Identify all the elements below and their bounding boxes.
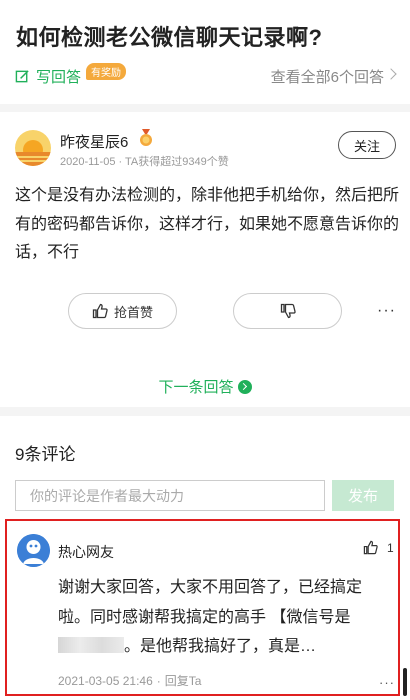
view-all-answers-link[interactable]: 查看全部6个回答 (271, 66, 384, 87)
author-name[interactable]: 昨夜星辰6 (60, 131, 128, 152)
like-button[interactable]: 抢首赞 (68, 293, 177, 329)
comments-count: 9条评论 (15, 445, 76, 464)
like-label: 抢首赞 (113, 304, 153, 320)
chevron-right-icon (385, 68, 397, 80)
question-title: 如何检测老公微信聊天记录啊? (16, 25, 323, 50)
arrow-right-circle-icon (237, 380, 252, 394)
write-answer-button[interactable]: 写回答 (15, 66, 81, 87)
follow-button[interactable]: 关注 (338, 131, 396, 159)
question-header: 如何检测老公微信聊天记录啊? 写回答 有奖励 查看全部6个回答 (0, 0, 410, 104)
comment-text-part1: 谢谢大家回答，大家不用回答了，已经搞定啦。同时感谢帮我搞定的高手 【微信号是 (58, 579, 363, 626)
dislike-button[interactable] (233, 293, 342, 329)
thumbs-up-icon (92, 303, 108, 319)
comment-input[interactable] (15, 480, 325, 511)
comment-text: 谢谢大家回答，大家不用回答了，已经搞定啦。同时感谢帮我搞定的高手 【微信号是。是… (58, 573, 388, 662)
author-meta: 2020-11-05 · TA获得超过9349个赞 (60, 156, 229, 168)
comment-item: 热心网友 1 谢谢大家回答，大家不用回答了，已经搞定啦。同时感谢帮我搞定的高手 … (5, 519, 400, 696)
answer-card: 昨夜星辰6 2020-11-05 · TA获得超过9349个赞 关注 这个是没有… (0, 112, 410, 407)
answer-text: 这个是没有办法检测的，除非他把手机给你，然后把所有的密码都告诉你，这样才行，如果… (15, 187, 400, 261)
user-avatar-icon (17, 534, 50, 567)
comment-meta: 2021-03-05 21:46 · 回复Ta (58, 674, 202, 688)
comment-text-part2: 。是他帮我搞好了，真是… (124, 638, 317, 655)
avatar[interactable] (17, 534, 50, 567)
comment-date: 2021-03-05 21:46 (58, 674, 153, 688)
commenter-name[interactable]: 热心网友 (58, 542, 114, 562)
next-answer-label: 下一条回答 (158, 379, 234, 396)
thumbs-down-icon (280, 303, 296, 319)
next-answer-link[interactable]: 下一条回答 (0, 376, 410, 397)
comment-more-button[interactable]: ··· (379, 676, 395, 689)
thumbs-up-icon (363, 540, 378, 555)
comment-like-count: 1 (387, 540, 394, 555)
more-options-button[interactable]: ··· (377, 303, 396, 319)
avatar[interactable] (15, 130, 51, 166)
reward-badge: 有奖励 (86, 63, 126, 80)
comments-section: 9条评论 发布 热心网友 1 谢谢大家回答，大家不用回答了，已经搞定啦。同时感谢… (0, 416, 410, 700)
medal-icon (140, 129, 152, 146)
comment-like-button[interactable]: 1 (363, 540, 394, 555)
write-answer-label: 写回答 (36, 69, 82, 86)
reply-link[interactable]: 回复Ta (165, 674, 202, 688)
sunset-avatar-icon (15, 130, 51, 166)
edit-icon (15, 70, 29, 83)
scrollbar[interactable] (403, 668, 407, 696)
publish-button[interactable]: 发布 (332, 480, 394, 511)
blurred-wechat-id (58, 637, 124, 653)
